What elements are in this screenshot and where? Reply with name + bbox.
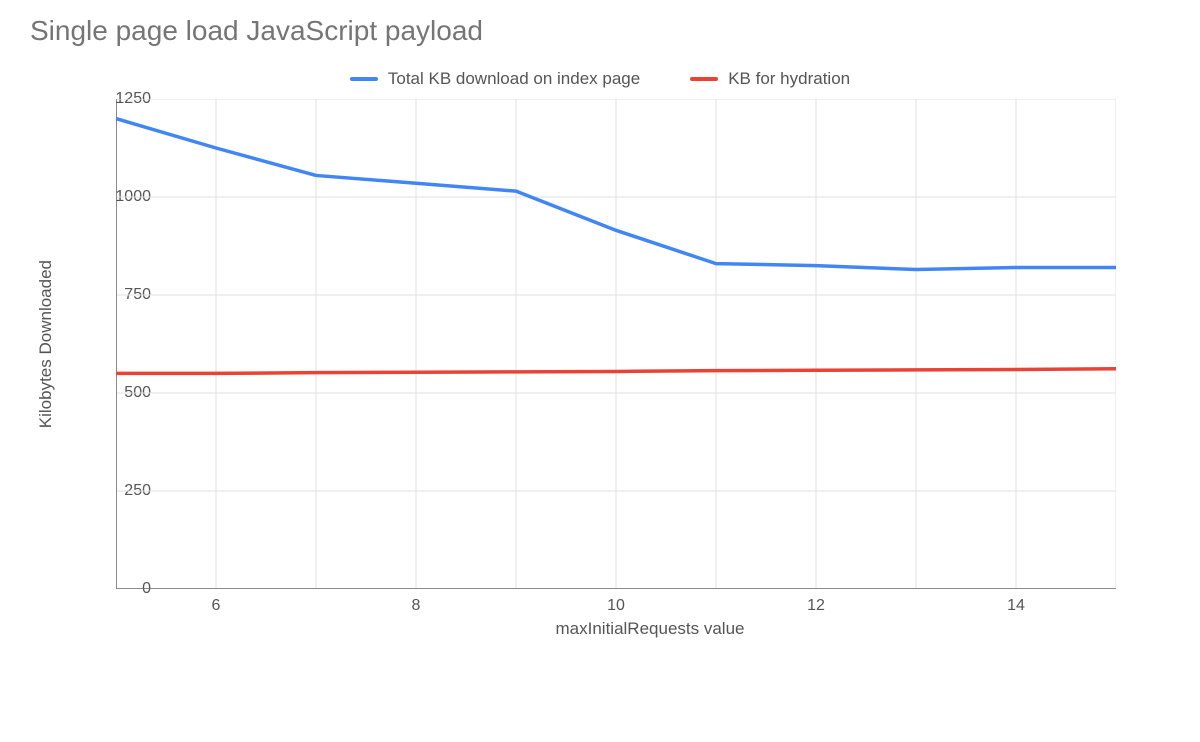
legend-item: Total KB download on index page — [350, 69, 640, 89]
plot-area — [116, 99, 1116, 589]
legend-label: KB for hydration — [728, 69, 850, 89]
legend-swatch-blue — [350, 77, 378, 81]
chart-title: Single page load JavaScript payload — [30, 15, 1170, 47]
legend: Total KB download on index page KB for h… — [30, 69, 1170, 89]
x-tick-label: 10 — [607, 597, 625, 615]
x-tick-label: 8 — [412, 597, 421, 615]
x-axis-label: maxInitialRequests value — [130, 619, 1170, 639]
plot-svg — [116, 99, 1116, 589]
legend-item: KB for hydration — [690, 69, 850, 89]
y-axis-label: Kilobytes Downloaded — [30, 260, 56, 428]
legend-swatch-red — [690, 77, 718, 81]
chart-container: Single page load JavaScript payload Tota… — [30, 15, 1170, 639]
x-tick-label: 14 — [1007, 597, 1025, 615]
x-ticks: 6 8 10 12 14 — [116, 597, 1116, 617]
x-tick-label: 12 — [807, 597, 825, 615]
legend-label: Total KB download on index page — [388, 69, 640, 89]
x-tick-label: 6 — [212, 597, 221, 615]
